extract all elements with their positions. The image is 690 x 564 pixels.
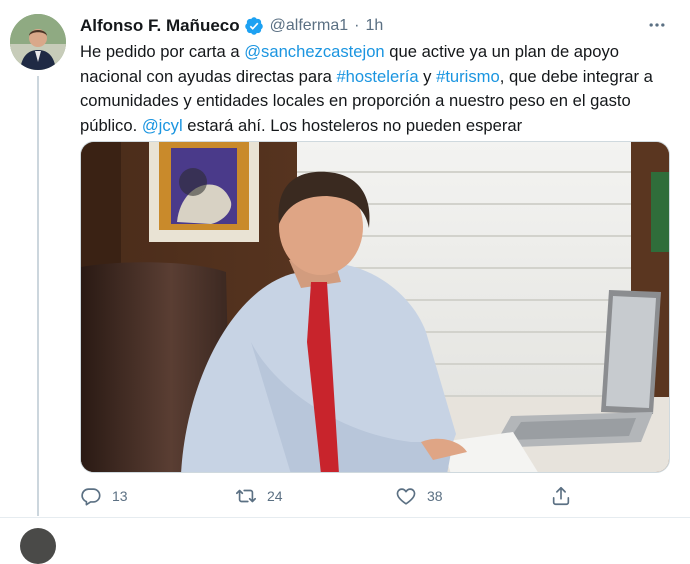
text-segment: y — [418, 66, 437, 86]
separator-dot: · — [354, 17, 360, 34]
retweet-count: 24 — [267, 488, 283, 504]
office-photo — [81, 142, 669, 472]
thread-line — [37, 76, 39, 516]
text-segment: He pedido por carta a — [80, 42, 245, 61]
tweet-text: He pedido por carta a @sanchezcastejon q… — [80, 40, 676, 138]
reply-icon — [81, 488, 101, 506]
share-icon — [552, 486, 570, 506]
timestamp[interactable]: 1h — [365, 17, 383, 35]
hashtag-hosteleria[interactable]: #hostelería — [336, 67, 418, 86]
author-handle[interactable]: @alferma1 — [270, 17, 349, 35]
like-button[interactable]: 38 — [395, 482, 443, 510]
reply-count: 13 — [112, 488, 128, 504]
avatar-portrait — [10, 14, 66, 70]
tweet-header: Alfonso F. Mañueco @alferma1 · 1h — [80, 14, 383, 38]
retweet-icon — [236, 489, 256, 503]
tweet-photo[interactable] — [80, 141, 670, 473]
more-options-icon[interactable] — [646, 14, 668, 36]
share-button[interactable] — [550, 482, 572, 510]
like-count: 38 — [427, 488, 443, 504]
verified-badge-icon — [244, 16, 264, 36]
next-tweet-avatar[interactable] — [20, 528, 56, 564]
author-name[interactable]: Alfonso F. Mañueco — [80, 16, 240, 36]
retweet-button[interactable]: 24 — [235, 482, 283, 510]
hashtag-turismo[interactable]: #turismo — [436, 67, 500, 86]
reply-button[interactable]: 13 — [80, 482, 128, 510]
mention-sanchezcastejon[interactable]: @sanchezcastejon — [244, 42, 384, 61]
text-segment: estará ahí. Los hosteleros no pueden esp… — [182, 115, 523, 135]
tweet[interactable]: Alfonso F. Mañueco @alferma1 · 1h He ped… — [0, 0, 690, 518]
like-icon — [396, 488, 416, 505]
tweet-actions: 13 24 38 — [80, 482, 600, 510]
author-avatar[interactable] — [10, 14, 66, 70]
mention-jcyl[interactable]: @jcyl — [142, 116, 183, 135]
